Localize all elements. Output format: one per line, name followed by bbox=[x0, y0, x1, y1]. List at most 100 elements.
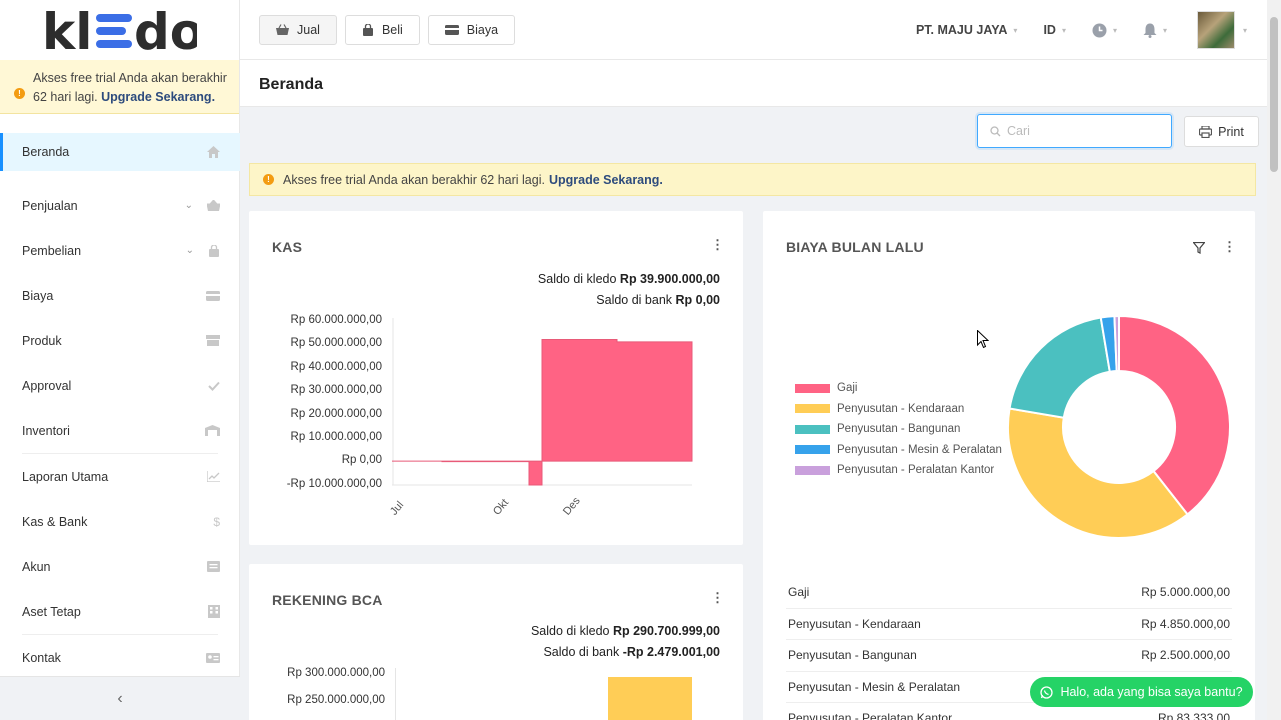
company-selector[interactable]: PT. MAJU JAYA bbox=[916, 23, 1007, 37]
sidebar-item-laporan-utama[interactable]: Laporan Utama bbox=[0, 454, 240, 499]
sidebar-item-kontak[interactable]: Kontak bbox=[0, 635, 240, 680]
search-icon bbox=[990, 125, 1001, 136]
sidebar-item-label: Pembelian bbox=[22, 243, 82, 258]
more-icon[interactable]: ⋮ bbox=[1223, 239, 1236, 255]
language-selector[interactable]: ID bbox=[1043, 23, 1056, 37]
saldo-value: Rp 39.900.000,00 bbox=[619, 272, 720, 286]
chevron-left-icon: ‹ bbox=[117, 689, 123, 707]
sidebar-item-approval[interactable]: Approval bbox=[0, 363, 240, 408]
row-value: Rp 2.500.000,00 bbox=[1141, 648, 1230, 663]
more-icon[interactable]: ⋮ bbox=[711, 590, 724, 606]
svg-text:kl: kl bbox=[42, 5, 92, 55]
row-label: Penyusutan - Peralatan Kantor bbox=[788, 711, 953, 720]
sidebar-item-penjualan[interactable]: Penjualan ⌄ bbox=[0, 183, 240, 228]
y-tick-label: Rp 40.000.000,00 bbox=[290, 360, 382, 373]
donut-slice bbox=[1008, 316, 1111, 419]
card-title: KAS bbox=[272, 239, 303, 255]
row-label: Penyusutan - Mesin & Peralatan bbox=[788, 679, 961, 694]
basket-icon bbox=[207, 200, 220, 211]
legend-item[interactable]: Penyusutan - Peralatan Kantor bbox=[795, 460, 1002, 481]
saldo-label: Saldo di bank bbox=[543, 645, 620, 659]
beli-label: Beli bbox=[381, 22, 403, 37]
biaya-button[interactable]: Biaya bbox=[427, 14, 516, 45]
legend-item[interactable]: Gaji bbox=[795, 378, 1002, 399]
card-icon bbox=[206, 290, 220, 301]
kas-chart bbox=[392, 318, 693, 486]
row-label: Gaji bbox=[788, 585, 810, 600]
upgrade-link[interactable]: Upgrade Sekarang. bbox=[549, 173, 663, 187]
card-title: BIAYA BULAN LALU bbox=[786, 239, 924, 255]
legend-item[interactable]: Penyusutan - Kendaraan bbox=[795, 399, 1002, 420]
legend-swatch bbox=[795, 424, 830, 434]
y-tick-label: Rp 300.000.000,00 bbox=[287, 667, 385, 679]
sidebar-item-inventori[interactable]: Inventori bbox=[0, 408, 240, 453]
sidebar-collapse-button[interactable]: ‹ bbox=[0, 676, 240, 720]
row-value: Rp 4.850.000,00 bbox=[1141, 616, 1230, 631]
biaya-label: Biaya bbox=[466, 22, 499, 37]
sidebar-item-label: Biaya bbox=[22, 288, 54, 303]
sidebar-item-kas-bank[interactable]: Kas & Bank $ bbox=[0, 499, 240, 544]
table-row: Gaji Rp 5.000.000,00 bbox=[786, 577, 1232, 609]
filter-icon[interactable] bbox=[1193, 242, 1205, 254]
jual-button[interactable]: Jual bbox=[259, 14, 337, 45]
sidebar-item-pembelian[interactable]: Pembelian ⌄ bbox=[0, 228, 240, 273]
more-icon[interactable]: ⋮ bbox=[711, 237, 724, 253]
row-label: Penyusutan - Bangunan bbox=[788, 648, 917, 663]
sidebar-item-label: Produk bbox=[22, 333, 62, 348]
caret-down-icon: ▾ bbox=[1162, 25, 1167, 35]
y-tick-label: Rp 60.000.000,00 bbox=[290, 314, 382, 326]
y-tick-label: Rp 0,00 bbox=[341, 454, 382, 467]
legend-label: Penyusutan - Kendaraan bbox=[837, 402, 965, 415]
y-tick-label: Rp 50.000.000,00 bbox=[290, 337, 382, 350]
y-tick-label: Rp 20.000.000,00 bbox=[290, 407, 382, 420]
sidebar: kl do ! Akses free trial Anda akan berak… bbox=[0, 0, 240, 720]
y-tick-label: Rp 30.000.000,00 bbox=[290, 384, 382, 397]
dollar-icon: $ bbox=[213, 514, 220, 529]
sidebar-item-label: Approval bbox=[22, 378, 72, 393]
rekening-axis-line bbox=[395, 668, 396, 720]
avatar[interactable] bbox=[1196, 11, 1235, 49]
sidebar-item-biaya[interactable]: Biaya bbox=[0, 273, 240, 318]
sidebar-item-label: Kontak bbox=[22, 650, 61, 665]
row-label: Penyusutan - Kendaraan bbox=[788, 616, 921, 631]
bell-icon[interactable] bbox=[1143, 23, 1157, 38]
sidebar-trial-notice: ! Akses free trial Anda akan berakhir 62… bbox=[0, 60, 239, 114]
sidebar-item-akun[interactable]: Akun bbox=[0, 544, 240, 589]
chart-icon bbox=[207, 471, 220, 482]
building-icon bbox=[208, 605, 220, 618]
sidebar-item-produk[interactable]: Produk bbox=[0, 318, 240, 363]
clock-icon[interactable] bbox=[1092, 23, 1107, 38]
saldo-label: Saldo di kledo bbox=[537, 272, 617, 286]
legend-item[interactable]: Penyusutan - Mesin & Peralatan bbox=[795, 440, 1002, 461]
card-icon bbox=[444, 24, 459, 35]
saldo-bank: Saldo di bank -Rp 2.479.001,00 bbox=[543, 645, 720, 659]
sidebar-item-beranda[interactable]: Beranda bbox=[0, 133, 240, 171]
saldo-kledo: Saldo di kledo Rp 290.700.999,00 bbox=[531, 624, 720, 638]
table-row: Penyusutan - Kendaraan Rp 4.850.000,00 bbox=[786, 609, 1232, 640]
bag-icon bbox=[209, 244, 219, 257]
box-icon bbox=[206, 335, 220, 346]
topbar-right: PT. MAJU JAYA ▾ ID ▾ ▾ ▾ ▾ bbox=[916, 0, 1247, 60]
upgrade-link[interactable]: Upgrade Sekarang. bbox=[101, 90, 215, 104]
caret-down-icon: ▾ bbox=[1112, 25, 1117, 35]
legend-swatch bbox=[795, 383, 830, 393]
home-icon bbox=[207, 146, 220, 158]
caret-down-icon: ▾ bbox=[1242, 25, 1247, 35]
legend-swatch bbox=[795, 445, 830, 455]
page-title: Beranda bbox=[259, 76, 324, 93]
warning-icon: ! bbox=[263, 174, 274, 185]
sidebar-item-label: Aset Tetap bbox=[22, 604, 81, 619]
legend-item[interactable]: Penyusutan - Bangunan bbox=[795, 419, 1002, 440]
chat-button[interactable]: Halo, ada yang bisa saya bantu? bbox=[1030, 677, 1253, 707]
trial-banner: ! Akses free trial Anda akan berakhir 62… bbox=[249, 163, 1256, 196]
scrollbar-thumb[interactable] bbox=[1270, 17, 1278, 172]
search-input[interactable]: Cari bbox=[977, 114, 1172, 148]
kas-area-series bbox=[392, 338, 693, 486]
chevron-down-icon: ⌄ bbox=[185, 245, 194, 256]
beli-button[interactable]: Beli bbox=[344, 14, 420, 45]
print-button[interactable]: Print bbox=[1184, 116, 1259, 147]
sidebar-item-aset-tetap[interactable]: Aset Tetap bbox=[0, 589, 240, 634]
chevron-down-icon: ⌄ bbox=[184, 200, 193, 211]
page-scrollbar[interactable] bbox=[1267, 0, 1281, 720]
kledo-logo[interactable]: kl do bbox=[0, 0, 239, 60]
